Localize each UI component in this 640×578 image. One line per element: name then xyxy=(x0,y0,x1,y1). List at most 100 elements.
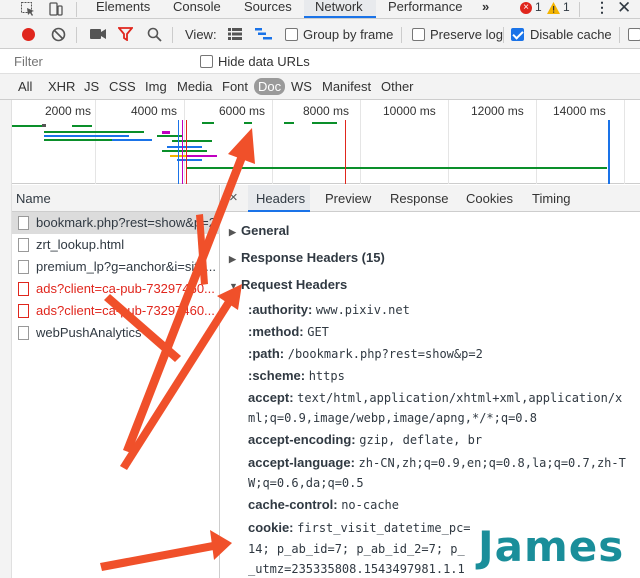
tab-response[interactable]: Response xyxy=(390,191,449,206)
group-by-frame-label: Group by frame xyxy=(303,27,394,42)
warning-icon[interactable] xyxy=(547,2,560,14)
request-row[interactable]: webPushAnalytics xyxy=(12,322,220,344)
close-devtools-icon[interactable]: ✕ xyxy=(617,0,631,18)
header-row: cookie: first_visit_datetime_pc= xyxy=(248,520,471,535)
type-js[interactable]: JS xyxy=(84,79,99,94)
error-icon[interactable]: × xyxy=(520,2,532,14)
hide-data-urls-label: Hide data URLs xyxy=(218,54,310,69)
tab-sources[interactable]: Sources xyxy=(244,0,292,18)
request-row[interactable]: zrt_lookup.html xyxy=(12,234,220,256)
tab-console[interactable]: Console xyxy=(173,0,221,18)
section-request-headers[interactable]: ▼ Request Headers xyxy=(229,277,347,292)
tab-headers[interactable]: Headers xyxy=(248,185,310,212)
group-by-frame-checkbox[interactable] xyxy=(285,28,298,41)
request-row[interactable]: ads?client=ca-pub-73297460... xyxy=(12,278,220,300)
disable-cache-label: Disable cache xyxy=(530,27,612,42)
request-name: ads?client=ca-pub-73297460... xyxy=(36,303,215,318)
header-value: GET xyxy=(307,325,329,339)
header-key: cache-control: xyxy=(248,497,338,512)
expand-triangle-icon: ▶ xyxy=(229,254,236,264)
tab-timing[interactable]: Timing xyxy=(532,191,571,206)
type-doc[interactable]: Doc xyxy=(254,78,286,95)
tab-preview[interactable]: Preview xyxy=(325,191,371,206)
tab-performance[interactable]: Performance xyxy=(388,0,462,18)
header-value: ml;q=0.9,image/webp,image/apng,*/*;q=0.8 xyxy=(248,411,537,425)
document-icon xyxy=(18,282,29,296)
header-key: :path: xyxy=(248,346,285,361)
document-icon xyxy=(18,216,29,230)
toolbar-divider xyxy=(619,27,620,43)
record-icon[interactable] xyxy=(22,28,35,41)
offline-checkbox[interactable] xyxy=(628,28,640,41)
kebab-menu-icon[interactable]: ⋮ xyxy=(595,0,609,14)
capture-screenshots-icon[interactable] xyxy=(90,28,106,40)
filter-icon[interactable] xyxy=(118,27,133,41)
document-icon xyxy=(18,238,29,252)
name-column-header[interactable]: Name xyxy=(12,185,220,212)
view-label: View: xyxy=(185,27,217,42)
section-general[interactable]: ▶ General xyxy=(229,223,289,238)
request-row[interactable]: bookmark.php?rest=show&p=2 xyxy=(12,212,220,234)
toolbar-divider xyxy=(401,27,402,43)
type-all[interactable]: All xyxy=(18,79,32,94)
type-font[interactable]: Font xyxy=(222,79,248,94)
request-name: zrt_lookup.html xyxy=(36,237,125,252)
tab-network[interactable]: Network xyxy=(304,0,376,18)
tab-elements[interactable]: Elements xyxy=(96,0,150,18)
header-key: :scheme: xyxy=(248,368,306,383)
toolbar-divider xyxy=(172,27,173,43)
request-name: premium_lp?g=anchor&i=site... xyxy=(36,259,216,274)
toolbar-divider xyxy=(503,27,504,43)
section-response-headers-label: Response Headers (15) xyxy=(241,250,385,265)
header-row: accept-encoding: gzip, deflate, br xyxy=(248,432,482,447)
section-general-label: General xyxy=(241,223,290,238)
type-img[interactable]: Img xyxy=(145,79,167,94)
type-manifest[interactable]: Manifest xyxy=(322,79,371,94)
request-row[interactable]: ads?client=ca-pub-73297460... xyxy=(12,300,220,322)
search-icon[interactable] xyxy=(147,27,162,42)
header-row: :path: /bookmark.php?rest=show&p=2 xyxy=(248,346,483,361)
clear-icon[interactable] xyxy=(51,27,66,42)
hide-data-urls-checkbox[interactable] xyxy=(200,55,213,68)
header-value: 14; p_ab_id=7; p_ab_id_2=7; p_ xyxy=(248,542,465,556)
network-toolbar: View: Group by frame Preserve log Disabl… xyxy=(0,19,640,49)
header-value: www.pixiv.net xyxy=(315,303,410,317)
type-other[interactable]: Other xyxy=(381,79,414,94)
disable-cache-checkbox[interactable] xyxy=(511,28,524,41)
header-value: zh-CN,zh;q=0.9,en;q=0.8,la;q=0.7,zh-T xyxy=(358,456,626,470)
header-row: _utmz=235335808.1543497981.1.1 xyxy=(248,561,465,576)
timeline-overview[interactable]: 2000 ms 4000 ms 6000 ms 8000 ms 10000 ms… xyxy=(12,100,640,184)
device-toolbar-icon[interactable] xyxy=(48,1,64,17)
request-row[interactable]: premium_lp?g=anchor&i=site... xyxy=(12,256,220,278)
toolbar-divider xyxy=(579,2,580,17)
document-icon xyxy=(18,326,29,340)
type-media[interactable]: Media xyxy=(177,79,212,94)
request-name: bookmark.php?rest=show&p=2 xyxy=(36,215,216,230)
watermark: James xyxy=(476,520,640,578)
waterfall-icon[interactable] xyxy=(255,28,272,40)
section-response-headers[interactable]: ▶ Response Headers (15) xyxy=(229,250,385,265)
document-icon xyxy=(18,304,29,318)
preserve-log-checkbox[interactable] xyxy=(412,28,425,41)
request-name: ads?client=ca-pub-73297460... xyxy=(36,281,215,296)
inspect-element-icon[interactable] xyxy=(20,1,36,17)
watermark-text: James xyxy=(478,522,625,571)
large-rows-icon[interactable] xyxy=(228,28,242,40)
timeline-waterfall-bars xyxy=(12,120,610,184)
type-css[interactable]: CSS xyxy=(109,79,136,94)
expand-triangle-icon: ▶ xyxy=(229,227,236,237)
document-icon xyxy=(18,260,29,274)
header-row: ml;q=0.9,image/webp,image/apng,*/*;q=0.8 xyxy=(248,410,537,425)
type-xhr[interactable]: XHR xyxy=(48,79,75,94)
close-detail-icon[interactable]: × xyxy=(229,189,238,206)
type-ws[interactable]: WS xyxy=(291,79,312,94)
toolbar-divider xyxy=(76,27,77,43)
more-tabs-button[interactable]: » xyxy=(482,0,489,18)
header-value: no-cache xyxy=(341,498,399,512)
detail-tab-bar: × Headers Preview Response Cookies Timin… xyxy=(221,185,640,212)
filter-input[interactable] xyxy=(14,52,184,70)
tab-cookies[interactable]: Cookies xyxy=(466,191,513,206)
header-value: text/html,application/xhtml+xml,applicat… xyxy=(297,391,623,405)
request-name: webPushAnalytics xyxy=(36,325,142,340)
header-key: accept-language: xyxy=(248,455,355,470)
